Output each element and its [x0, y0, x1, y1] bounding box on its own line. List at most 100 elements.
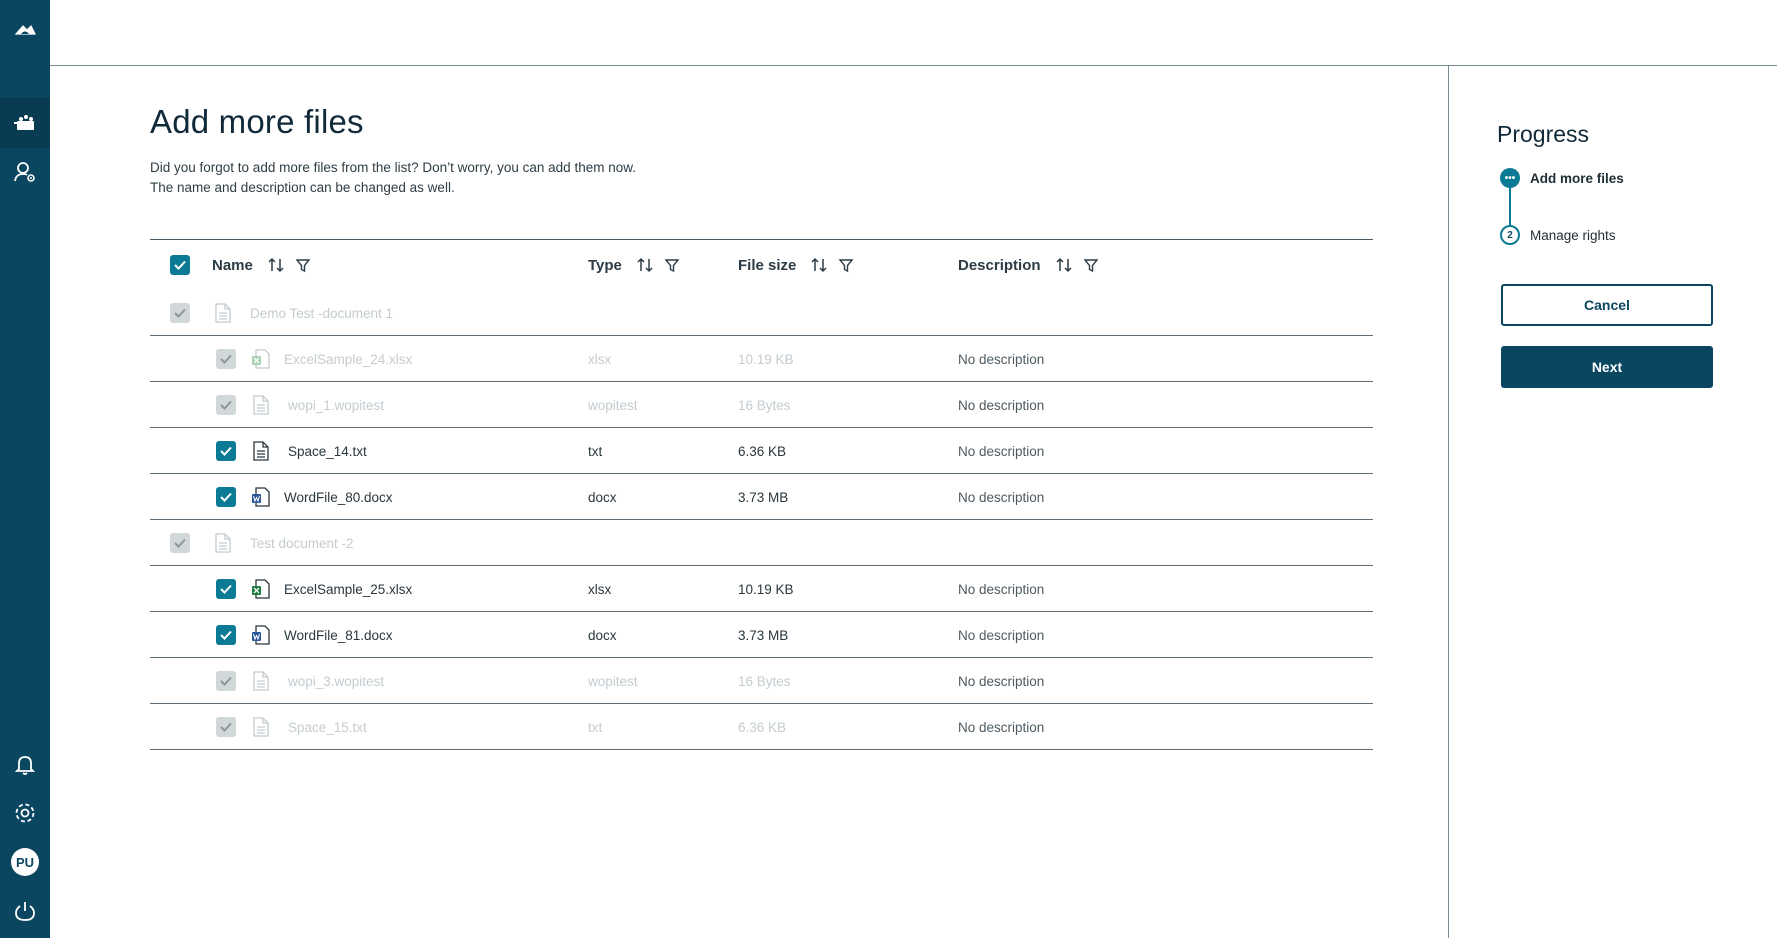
file-type: txt	[588, 443, 603, 459]
step-label: Add more files	[1530, 170, 1624, 186]
sort-icon[interactable]	[636, 256, 654, 274]
file-size: 16 Bytes	[738, 673, 791, 689]
row-checkbox[interactable]	[216, 658, 236, 704]
files-icon[interactable]	[0, 98, 50, 148]
file-size: 3.73 MB	[738, 489, 789, 505]
table-row[interactable]: wopi_1.wopitest wopitest 16 Bytes No descri…	[150, 382, 1373, 428]
file-description: No description	[958, 443, 1045, 459]
row-checkbox[interactable]	[170, 290, 190, 336]
column-description-label: Description	[958, 256, 1041, 274]
table-group-row[interactable]: Test document -2	[150, 520, 1373, 566]
file-description: No description	[958, 719, 1045, 735]
filter-icon[interactable]	[295, 257, 311, 273]
table-row[interactable]: wopi_3.wopitest wopitest 16 Bytes No descri…	[150, 658, 1373, 704]
page-description: Did you forgot to add more files from th…	[150, 158, 850, 198]
file-description: No description	[958, 673, 1045, 689]
sidebar: PU	[0, 0, 50, 938]
document-icon	[250, 658, 272, 704]
page-title: Add more files	[150, 103, 364, 140]
document-icon	[212, 290, 234, 336]
row-checkbox[interactable]	[216, 428, 236, 474]
top-bar	[50, 0, 1777, 66]
file-description: No description	[958, 581, 1045, 597]
file-description: No description	[958, 397, 1045, 413]
row-checkbox[interactable]	[216, 566, 236, 612]
user-settings-icon[interactable]	[0, 147, 50, 197]
file-type: wopitest	[588, 673, 638, 689]
excel-file-icon	[250, 336, 272, 382]
table-row[interactable]: Space_14.txt txt 6.36 KB No description	[150, 428, 1373, 474]
filter-icon[interactable]	[1083, 257, 1099, 273]
table-row[interactable]: Space_15.txt txt 6.36 KB No description	[150, 704, 1373, 750]
document-icon	[250, 382, 272, 428]
cloud-logo-icon[interactable]	[0, 5, 50, 55]
panel-divider	[1448, 66, 1449, 938]
column-name-label: Name	[212, 256, 253, 274]
step-number-marker: 2	[1500, 225, 1520, 245]
file-type: wopitest	[588, 397, 638, 413]
document-icon	[250, 704, 272, 750]
file-type: txt	[588, 719, 603, 735]
cancel-button[interactable]: Cancel	[1501, 284, 1713, 326]
files-table: Name Type File size Description Demo Tes…	[150, 239, 1373, 750]
file-description: No description	[958, 351, 1045, 367]
column-type: Type	[588, 240, 680, 290]
filter-icon[interactable]	[838, 257, 854, 273]
description-line-1: Did you forgot to add more files from th…	[150, 160, 636, 175]
file-description: No description	[958, 627, 1045, 643]
file-name: ExcelSample_24.xlsx	[284, 351, 413, 367]
bell-icon[interactable]	[0, 739, 50, 789]
description-line-2: The name and description can be changed …	[150, 180, 455, 195]
row-checkbox[interactable]	[216, 474, 236, 520]
file-name: Space_14.txt	[288, 443, 367, 459]
document-icon	[212, 520, 234, 566]
file-size: 6.36 KB	[738, 719, 787, 735]
progress-connector	[1509, 188, 1511, 228]
row-checkbox[interactable]	[216, 382, 236, 428]
file-size: 6.36 KB	[738, 443, 787, 459]
file-name: Space_15.txt	[288, 719, 367, 735]
table-group-row[interactable]: Demo Test -document 1	[150, 290, 1373, 336]
step-current-marker: •••	[1500, 168, 1520, 188]
sort-icon[interactable]	[267, 256, 285, 274]
row-checkbox[interactable]	[216, 704, 236, 750]
file-name: WordFile_80.docx	[284, 489, 393, 505]
file-name: WordFile_81.docx	[284, 627, 393, 643]
table-body: Demo Test -document 1 ExcelSample_24.xlsx…	[150, 290, 1373, 750]
power-icon[interactable]	[0, 886, 50, 936]
table-row[interactable]: WordFile_81.docx docx 3.73 MB No descriptio…	[150, 612, 1373, 658]
document-icon	[250, 428, 272, 474]
filter-icon[interactable]	[664, 257, 680, 273]
progress-title: Progress	[1497, 121, 1590, 147]
table-row[interactable]: WordFile_80.docx docx 3.73 MB No descriptio…	[150, 474, 1373, 520]
word-file-icon	[250, 612, 272, 658]
file-type: docx	[588, 489, 617, 505]
sort-icon[interactable]	[1055, 256, 1073, 274]
word-file-icon	[250, 474, 272, 520]
avatar-initials: PU	[11, 848, 39, 876]
select-all-checkbox[interactable]	[170, 240, 190, 290]
row-checkbox[interactable]	[216, 612, 236, 658]
avatar[interactable]: PU	[0, 837, 50, 887]
file-size: 10.19 KB	[738, 351, 794, 367]
step-manage-rights: 2 Manage rights	[1500, 225, 1616, 245]
file-name: ExcelSample_25.xlsx	[284, 581, 413, 597]
row-checkbox[interactable]	[216, 336, 236, 382]
column-name: Name	[212, 240, 311, 290]
next-button[interactable]: Next	[1501, 346, 1713, 388]
table-header: Name Type File size Description	[150, 240, 1373, 290]
gear-icon[interactable]	[0, 788, 50, 838]
table-row[interactable]: ExcelSample_25.xlsx xlsx 10.19 KB No descri…	[150, 566, 1373, 612]
sort-icon[interactable]	[810, 256, 828, 274]
column-description: Description	[958, 240, 1099, 290]
file-size: 3.73 MB	[738, 627, 789, 643]
file-type: xlsx	[588, 351, 612, 367]
row-checkbox[interactable]	[170, 520, 190, 566]
file-type: xlsx	[588, 581, 612, 597]
table-row[interactable]: ExcelSample_24.xlsx xlsx 10.19 KB No descri…	[150, 336, 1373, 382]
column-type-label: Type	[588, 256, 622, 274]
column-file-size: File size	[738, 240, 854, 290]
column-size-label: File size	[738, 256, 797, 274]
file-name: wopi_1.wopitest	[288, 397, 385, 413]
file-name: Demo Test -document 1	[250, 305, 394, 321]
